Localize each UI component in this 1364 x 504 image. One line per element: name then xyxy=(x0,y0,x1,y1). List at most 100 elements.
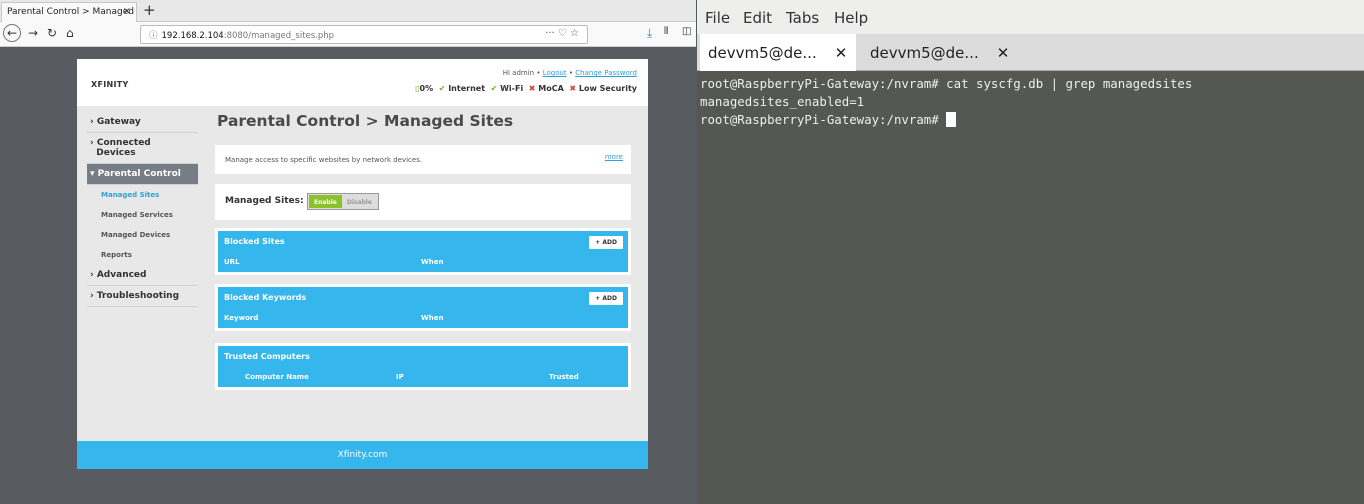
reload-icon[interactable]: ↻ xyxy=(47,26,57,40)
browser-tab-bar: Parental Control > Managed × + xyxy=(0,0,696,22)
internet-status: Internet xyxy=(448,84,486,93)
terminal-window: File Edit Tabs Help devvm5@de... ✕ devvm5… xyxy=(697,0,1364,504)
xfinity-logo: XFINITY xyxy=(91,80,129,89)
url-bar[interactable]: ⓘ 192.168.2.104:8080/managed_sites.php ··… xyxy=(140,25,588,44)
blocked-sites-card: Blocked Sites + ADD URL When xyxy=(215,228,631,275)
blocked-keywords-table: Blocked Keywords + ADD Keyword When xyxy=(218,287,628,328)
battery-level: 0% xyxy=(419,84,434,93)
menu-tabs[interactable]: Tabs xyxy=(786,9,819,27)
description-text: Manage access to specific websites by ne… xyxy=(225,156,423,164)
terminal-tab-label: devvm5@de... xyxy=(870,44,979,62)
menu-file[interactable]: File xyxy=(705,9,730,27)
forward-arrow-icon[interactable]: → xyxy=(28,26,38,40)
column-header-when: When xyxy=(421,314,444,322)
new-tab-button[interactable]: + xyxy=(143,1,156,19)
router-admin-page: XFINITY Hi admin • Logout • Change Passw… xyxy=(77,59,648,469)
menu-help[interactable]: Help xyxy=(834,9,868,27)
column-header-url: URL xyxy=(224,258,240,266)
close-icon[interactable]: ✕ xyxy=(835,44,848,62)
terminal-prompt: root@RaspberryPi-Gateway:/nvram# xyxy=(700,112,947,127)
user-links: Hi admin • Logout • Change Password xyxy=(502,69,637,77)
sidebar-item-label: Devices xyxy=(96,148,136,158)
sidebar-item-label: Parental Control xyxy=(97,169,181,179)
terminal-tab-active[interactable]: devvm5@de... ✕ xyxy=(700,34,856,71)
sidebar-item-parental-control[interactable]: ▾ Parental Control xyxy=(87,164,198,185)
terminal-cursor xyxy=(946,112,957,127)
description-card: Manage access to specific websites by ne… xyxy=(215,145,631,174)
blocked-sites-table: Blocked Sites + ADD URL When xyxy=(218,231,628,272)
sidebar-toggle-icon[interactable]: ◫ xyxy=(682,26,691,37)
enable-button[interactable]: Enable xyxy=(309,195,342,208)
add-blocked-keyword-button[interactable]: + ADD xyxy=(589,292,623,305)
sidebar-item-gateway[interactable]: › Gateway xyxy=(87,112,198,133)
column-header-keyword: Keyword xyxy=(224,314,259,322)
add-blocked-site-button[interactable]: + ADD xyxy=(589,236,623,249)
change-password-link[interactable]: Change Password xyxy=(575,69,637,77)
close-tab-icon[interactable]: × xyxy=(123,6,131,17)
sidebar-item-troubleshooting[interactable]: › Troubleshooting xyxy=(87,286,198,307)
terminal-prompt-line[interactable]: root@RaspberryPi-Gateway:/nvram# xyxy=(700,112,957,127)
trusted-computers-title: Trusted Computers xyxy=(224,352,310,361)
browser-nav-bar: ← → ↻ ⌂ ⓘ 192.168.2.104:8080/managed_site… xyxy=(0,22,696,47)
greeting: Hi admin xyxy=(502,69,535,77)
library-icon[interactable]: ⫴ xyxy=(664,26,668,37)
wifi-status: Wi-Fi xyxy=(500,84,524,93)
page-actions-icon[interactable]: ··· ♡ ☆ xyxy=(545,28,579,39)
info-icon[interactable]: ⓘ xyxy=(149,31,158,41)
managed-sites-label: Managed Sites: xyxy=(225,196,304,206)
sidebar-item-label: Connected xyxy=(96,138,151,148)
terminal-tab-label: devvm5@de... xyxy=(708,44,817,62)
back-arrow-icon[interactable]: ← xyxy=(3,24,21,42)
logout-link[interactable]: Logout xyxy=(543,69,567,77)
terminal-line: root@RaspberryPi-Gateway:/nvram# cat sys… xyxy=(700,76,1193,91)
blocked-keywords-card: Blocked Keywords + ADD Keyword When xyxy=(215,284,631,331)
trusted-computers-table: Trusted Computers Computer Name IP Trust… xyxy=(218,346,628,387)
main-content: Parental Control > Managed Sites Manage … xyxy=(215,112,631,390)
sidebar-subitem-managed-devices[interactable]: Managed Devices xyxy=(87,225,198,245)
sidebar-item-advanced[interactable]: › Advanced xyxy=(87,265,198,286)
security-status: Low Security xyxy=(578,84,637,93)
column-header-trusted: Trusted xyxy=(549,373,579,381)
status-bar: ▯0% ✔ Internet ✔ Wi-Fi ✖ MoCA ✖ Low Secu… xyxy=(415,84,637,93)
url-path: :8080/managed_sites.php xyxy=(223,31,335,41)
blocked-keywords-title: Blocked Keywords xyxy=(224,293,307,302)
managed-sites-toggle-card: Managed Sites: Enable Disable xyxy=(215,184,631,220)
blocked-sites-title: Blocked Sites xyxy=(224,237,285,246)
browser-tab[interactable]: Parental Control > Managed × xyxy=(1,2,137,22)
download-icon[interactable]: ⤓ xyxy=(647,26,652,41)
home-icon[interactable]: ⌂ xyxy=(66,26,74,40)
sidebar-nav: › Gateway › Connected Devices ▾ Parental… xyxy=(87,112,198,307)
terminal-tab-bar: devvm5@de... ✕ devvm5@de... ✕ xyxy=(697,34,1364,71)
sidebar-subitem-managed-sites[interactable]: Managed Sites xyxy=(87,185,198,205)
sidebar-subitem-managed-services[interactable]: Managed Services xyxy=(87,205,198,225)
check-icon: ✔ xyxy=(490,84,498,93)
moca-status: MoCA xyxy=(538,84,564,93)
sidebar-subitem-reports[interactable]: Reports xyxy=(87,245,198,265)
disable-button[interactable]: Disable xyxy=(342,195,377,208)
site-header: XFINITY Hi admin • Logout • Change Passw… xyxy=(77,59,648,106)
more-link[interactable]: more xyxy=(605,153,623,161)
check-icon: ✔ xyxy=(438,84,446,93)
browser-tab-title: Parental Control > Managed xyxy=(7,7,134,17)
error-icon: ✖ xyxy=(528,84,536,93)
menu-edit[interactable]: Edit xyxy=(743,9,772,27)
footer-link[interactable]: Xfinity.com xyxy=(338,450,388,460)
url-host: 192.168.2.104 xyxy=(161,31,224,41)
close-icon[interactable]: ✕ xyxy=(997,44,1010,62)
enable-disable-toggle[interactable]: Enable Disable xyxy=(307,193,379,210)
trusted-computers-card: Trusted Computers Computer Name IP Trust… xyxy=(215,343,631,390)
browser-window: Parental Control > Managed × + ← → ↻ ⌂ ⓘ… xyxy=(0,0,696,504)
column-header-when: When xyxy=(421,258,444,266)
sidebar-item-label: Advanced xyxy=(96,270,147,280)
column-header-computer-name: Computer Name xyxy=(245,373,309,381)
error-icon: ✖ xyxy=(569,84,577,93)
terminal-menu-bar: File Edit Tabs Help xyxy=(697,0,1364,34)
page-title: Parental Control > Managed Sites xyxy=(217,112,514,130)
column-header-ip: IP xyxy=(396,373,404,381)
sidebar-item-connected-devices[interactable]: › Connected Devices xyxy=(87,133,198,164)
sidebar-item-label: Gateway xyxy=(96,117,141,127)
sidebar-item-label: Troubleshooting xyxy=(96,291,180,301)
terminal-tab[interactable]: devvm5@de... ✕ xyxy=(862,34,1017,71)
terminal-line: managedsites_enabled=1 xyxy=(700,94,865,109)
site-footer: Xfinity.com xyxy=(77,441,648,469)
